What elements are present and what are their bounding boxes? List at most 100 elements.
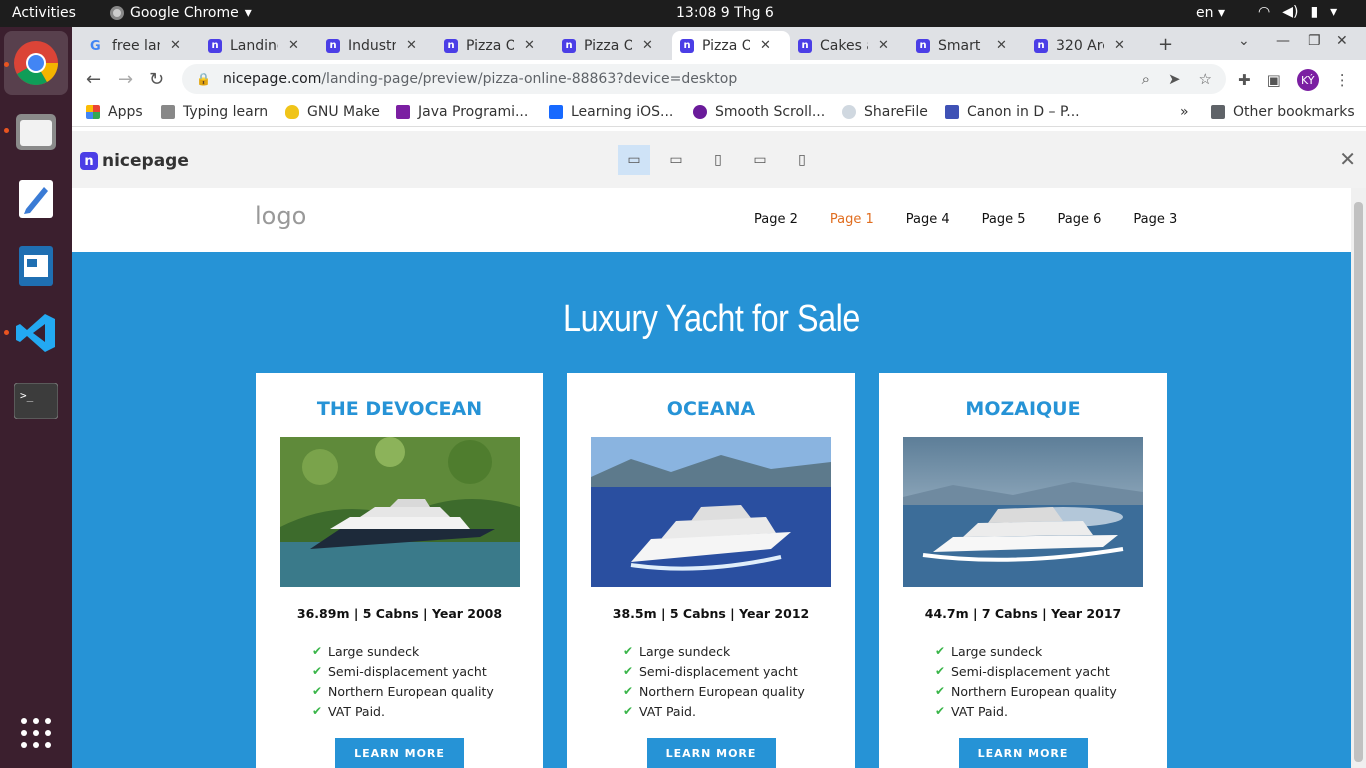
- check-icon: ✔: [312, 684, 323, 698]
- close-icon[interactable]: ✕: [288, 38, 299, 53]
- scrollbar-thumb[interactable]: [1354, 202, 1363, 762]
- check-icon: ✔: [935, 664, 946, 678]
- list-item: ✔ Semi-displacement yacht: [312, 661, 543, 681]
- tablet-device-icon[interactable]: ▯: [702, 145, 734, 175]
- dock-vscode[interactable]: [12, 309, 60, 357]
- learn-more-button[interactable]: LEARN MORE: [958, 738, 1088, 768]
- card-title: THE DEVOCEAN: [316, 398, 483, 420]
- close-icon[interactable]: ✕: [760, 38, 771, 53]
- menu-item[interactable]: Page 3: [1133, 212, 1177, 227]
- bookmark-star-icon[interactable]: ☆: [1199, 70, 1212, 88]
- new-tab-button[interactable]: +: [1158, 34, 1173, 55]
- profile-avatar[interactable]: KÝ: [1296, 69, 1319, 91]
- yacht-image: [279, 437, 520, 587]
- close-icon[interactable]: ✕: [524, 38, 535, 53]
- reload-icon[interactable]: ↻: [149, 69, 164, 90]
- tablet-landscape-device-icon[interactable]: ▭: [744, 145, 776, 175]
- close-icon[interactable]: ✕: [996, 38, 1007, 53]
- zoom-icon[interactable]: ⌕: [1142, 70, 1150, 88]
- nicepage-logo[interactable]: n nicepage: [80, 151, 189, 171]
- activities-button[interactable]: Activities: [12, 5, 76, 21]
- feature-text: Semi-displacement yacht: [951, 663, 1110, 679]
- bookmark-gnu-make[interactable]: GNU Make: [285, 104, 380, 120]
- menu-kebab-icon[interactable]: ⋮: [1335, 71, 1350, 89]
- behance-icon: [549, 105, 563, 119]
- dock-text-editor[interactable]: [12, 175, 60, 223]
- feature-text: Northern European quality: [639, 683, 805, 699]
- address-bar[interactable]: 🔒 nicepage.com/landing-page/preview/pizz…: [182, 64, 1226, 94]
- bookmark-sharefile[interactable]: ShareFile: [842, 104, 928, 120]
- tab[interactable]: n Industri ✕: [318, 31, 436, 60]
- check-icon: ✔: [623, 684, 634, 698]
- card-specs: 44.7m | 7 Cabns | Year 2017: [924, 606, 1122, 621]
- page-scrollbar[interactable]: [1351, 188, 1366, 768]
- dock-files[interactable]: [12, 107, 60, 155]
- desktop-device-icon[interactable]: ▭: [618, 145, 650, 175]
- extensions-icon[interactable]: ✚: [1238, 71, 1251, 89]
- bookmark-smooth-scroll[interactable]: Smooth Scroll...: [693, 104, 825, 120]
- yacht-card: MOZAIQUE 44.7m | 7 Cabns | Year 2017 ✔ L…: [879, 373, 1167, 768]
- card-title: OCEANA: [666, 398, 756, 420]
- bookmark-label: Java Programi...: [418, 104, 529, 120]
- site-logo[interactable]: logo: [255, 202, 306, 230]
- tab-label: Pizza Or: [466, 37, 514, 54]
- tab-search-icon[interactable]: ⌄: [1238, 33, 1250, 49]
- tab[interactable]: G free lan ✕: [82, 31, 200, 60]
- feature-list: ✔ Large sundeck ✔ Semi-displacement yacht …: [935, 641, 1167, 721]
- feature-text: Semi-displacement yacht: [328, 663, 487, 679]
- tab[interactable]: n Pizza Or ✕: [554, 31, 672, 60]
- keyboard-icon: [161, 105, 175, 119]
- maximize-icon[interactable]: ❐: [1308, 33, 1321, 49]
- other-bookmarks[interactable]: Other bookmarks: [1211, 104, 1355, 120]
- bookmark-typing-learn[interactable]: Typing learn: [161, 104, 268, 120]
- menu-item-current[interactable]: Page 1: [830, 212, 874, 227]
- tab[interactable]: n 320 Arcl ✕: [1026, 31, 1144, 60]
- dock-writer[interactable]: [12, 242, 60, 290]
- tab[interactable]: n Pizza Or ✕: [436, 31, 554, 60]
- bookmark-label: GNU Make: [307, 104, 380, 120]
- menu-item[interactable]: Page 6: [1058, 212, 1102, 227]
- bookmark-label: Other bookmarks: [1233, 104, 1355, 120]
- menu-item[interactable]: Page 2: [754, 212, 798, 227]
- bookmark-learning-ios[interactable]: Learning iOS...: [549, 104, 673, 120]
- forward-icon[interactable]: →: [118, 69, 133, 90]
- menu-item[interactable]: Page 5: [982, 212, 1026, 227]
- menu-item[interactable]: Page 4: [906, 212, 950, 227]
- tab[interactable]: n Cakes ar ✕: [790, 31, 908, 60]
- window-close-icon[interactable]: ✕: [1336, 33, 1348, 49]
- nicepage-icon: n: [916, 38, 930, 53]
- nicepage-brand: nicepage: [102, 151, 189, 171]
- send-icon[interactable]: ➤: [1168, 70, 1181, 88]
- close-icon[interactable]: ✕: [878, 38, 889, 53]
- language-indicator[interactable]: en ▾: [1196, 5, 1225, 21]
- bookmark-canon-in-d[interactable]: Canon in D – P...: [945, 104, 1080, 120]
- bookmark-java[interactable]: Java Programi...: [396, 104, 528, 120]
- reading-list-icon[interactable]: ▣: [1267, 71, 1281, 89]
- minimize-icon[interactable]: —: [1276, 33, 1290, 49]
- show-applications-button[interactable]: [12, 709, 60, 757]
- app-menu[interactable]: Google Chrome ▾: [110, 5, 252, 21]
- tab-active[interactable]: n Pizza Or ✕: [672, 31, 790, 60]
- dock-terminal[interactable]: >_: [12, 377, 60, 425]
- close-icon[interactable]: ✕: [406, 38, 417, 53]
- close-icon[interactable]: ✕: [1114, 38, 1125, 53]
- bookmarks-overflow-button[interactable]: »: [1180, 104, 1189, 120]
- bookmark-apps[interactable]: Apps: [86, 104, 143, 120]
- list-item: ✔ Semi-displacement yacht: [935, 661, 1167, 681]
- tab[interactable]: n Smart k ✕: [908, 31, 1026, 60]
- close-preview-icon[interactable]: ✕: [1339, 147, 1356, 171]
- back-icon[interactable]: ←: [86, 69, 101, 90]
- learn-more-button[interactable]: LEARN MORE: [646, 738, 776, 768]
- phone-device-icon[interactable]: ▯: [786, 145, 818, 175]
- list-item: ✔ Semi-displacement yacht: [623, 661, 855, 681]
- dock-chrome[interactable]: [4, 31, 68, 95]
- clock[interactable]: 13:08 9 Thg 6: [676, 5, 774, 21]
- laptop-device-icon[interactable]: ▭: [660, 145, 692, 175]
- system-tray[interactable]: ◠ ◀) ▮ ▾: [1258, 4, 1337, 20]
- terminal-icon: >_: [14, 383, 58, 419]
- close-icon[interactable]: ✕: [170, 38, 181, 53]
- tab[interactable]: n Landing ✕: [200, 31, 318, 60]
- feature-text: Northern European quality: [951, 683, 1117, 699]
- close-icon[interactable]: ✕: [642, 38, 653, 53]
- learn-more-button[interactable]: LEARN MORE: [335, 738, 464, 768]
